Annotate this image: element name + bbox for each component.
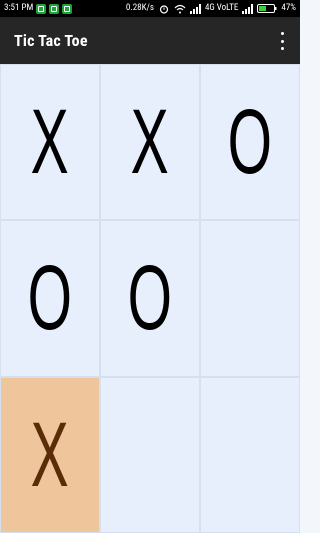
cell-mark: O	[127, 247, 173, 350]
wifi-icon	[174, 4, 186, 13]
network-type: 4G VoLTE	[204, 3, 239, 13]
cell-mark: O	[227, 91, 273, 194]
phone-screen: 3:51 PM 0.28K/s 4G VoLTE 47% Tic Tac Toe…	[0, 0, 300, 533]
status-left: 3:51 PM	[0, 0, 73, 17]
battery-icon	[257, 4, 277, 13]
notification-app-icon	[49, 3, 60, 14]
overflow-menu-button[interactable]	[278, 32, 286, 50]
board-cell-7[interactable]	[100, 376, 200, 533]
app-title: Tic Tac Toe	[14, 31, 88, 50]
signal-icon	[242, 3, 254, 14]
cell-mark: X	[130, 91, 170, 194]
notification-app-icon	[62, 3, 73, 14]
board-cell-2[interactable]: O	[200, 64, 300, 221]
board-cell-4[interactable]: O	[100, 220, 200, 377]
status-right: 0.28K/s 4G VoLTE 47%	[126, 0, 300, 17]
board-cell-5[interactable]	[200, 220, 300, 377]
status-bar: 3:51 PM 0.28K/s 4G VoLTE 47%	[0, 0, 300, 17]
alarm-icon	[159, 4, 169, 14]
more-vert-icon	[280, 39, 284, 43]
battery-level: 47%	[281, 3, 296, 13]
network-speed: 0.28K/s	[125, 3, 154, 13]
cell-mark: O	[27, 247, 73, 350]
more-vert-icon	[280, 32, 284, 35]
notification-app-icon	[36, 3, 47, 14]
status-time: 3:51 PM	[4, 3, 34, 13]
board-cell-3[interactable]: O	[0, 220, 100, 377]
more-vert-icon	[280, 47, 284, 50]
board-cell-8[interactable]	[200, 376, 300, 533]
cell-mark: X	[30, 91, 70, 194]
board-cell-1[interactable]: X	[100, 64, 200, 221]
cell-mark: X	[30, 403, 70, 506]
board-cell-6[interactable]: X	[0, 376, 100, 533]
board-cell-0[interactable]: X	[0, 64, 100, 221]
game-board: X X O O O X	[0, 64, 300, 533]
signal-icon	[189, 3, 201, 14]
app-bar: Tic Tac Toe	[0, 17, 300, 64]
